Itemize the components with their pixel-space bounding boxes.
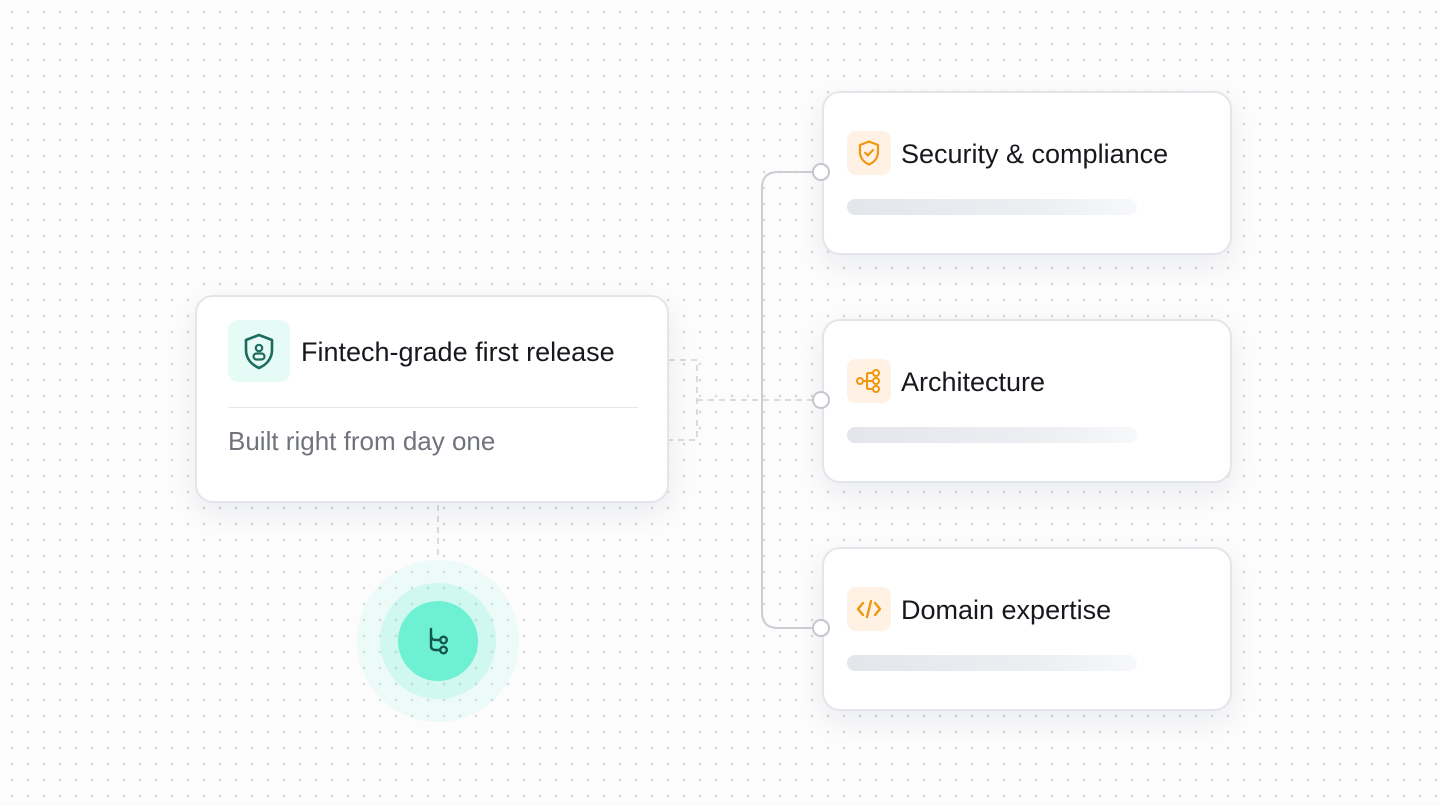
connector-port-security	[812, 163, 830, 181]
code-icon	[847, 587, 891, 631]
shield-check-icon	[847, 131, 891, 175]
skeleton-bar	[847, 199, 1137, 215]
connector-port-architecture	[812, 391, 830, 409]
connector-port-domain	[812, 619, 830, 637]
main-card-divider	[228, 407, 638, 408]
main-card-subtitle: Built right from day one	[228, 426, 496, 456]
main-card: Fintech-grade first release Built right …	[195, 295, 669, 503]
main-card-title: Fintech-grade first release	[301, 337, 615, 367]
branch-title-domain: Domain expertise	[901, 595, 1112, 625]
dashed-connector-main-to-tree	[669, 359, 813, 441]
git-branch-icon	[429, 627, 449, 655]
shield-user-icon	[228, 320, 290, 382]
branch-card-domain: Domain expertise	[822, 547, 1232, 711]
skeleton-bar	[847, 427, 1137, 443]
skeleton-bar	[847, 655, 1137, 671]
branch-card-security: Security & compliance	[822, 91, 1232, 255]
branch-title-security: Security & compliance	[901, 139, 1169, 169]
branch-title-architecture: Architecture	[901, 367, 1046, 397]
hierarchy-icon	[847, 359, 891, 403]
branch-card-architecture: Architecture	[822, 319, 1232, 483]
hub-button[interactable]	[398, 601, 478, 681]
